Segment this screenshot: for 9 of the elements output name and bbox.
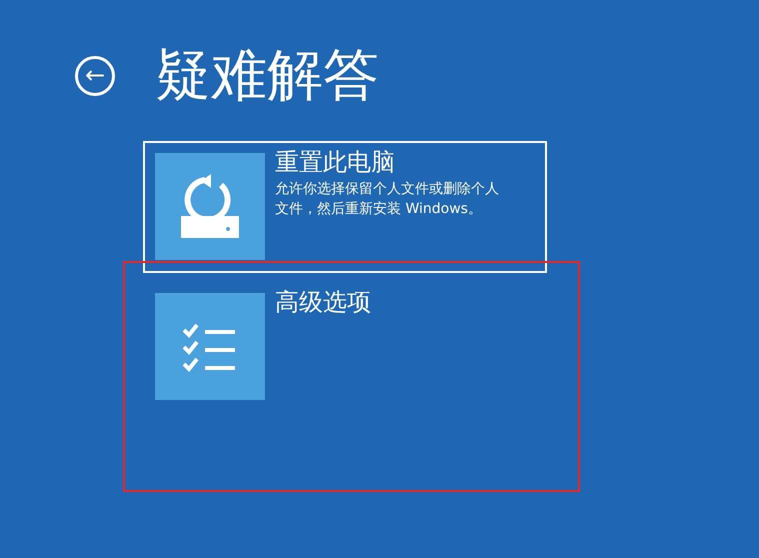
reset-icon [179,174,241,240]
option-tile[interactable]: 高级选项 [143,281,547,413]
back-button[interactable]: ← [75,56,115,96]
option-tile[interactable]: 重置此电脑 允许你选择保留个人文件或删除个人文件，然后重新安装 Windows。 [143,141,547,273]
option-description: 允许你选择保留个人文件或删除个人文件，然后重新安装 Windows。 [275,180,500,220]
page-title: 疑难解答 [155,48,379,104]
option-title: 重置此电脑 [275,149,396,176]
checklist-icon [183,322,237,372]
option-title: 高级选项 [275,289,371,316]
